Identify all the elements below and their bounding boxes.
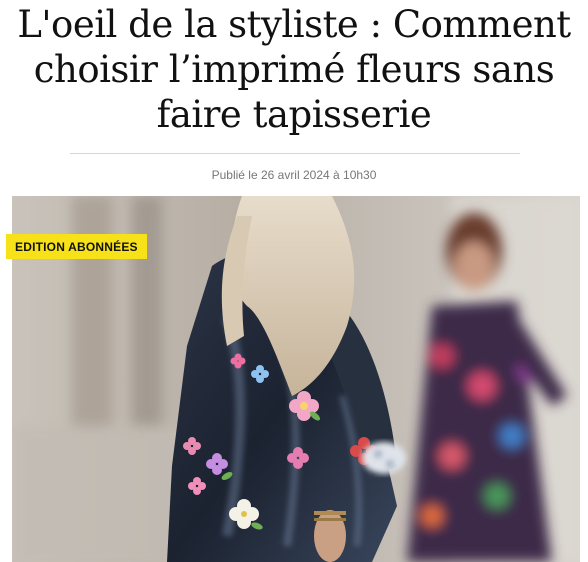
title-divider — [70, 153, 520, 154]
subscriber-edition-badge: Edition abonnées — [6, 234, 147, 259]
publication-date: Publié le 26 avril 2024 à 10h30 — [211, 168, 377, 182]
article-title: L'oeil de la styliste : Comment choisir … — [17, 3, 571, 136]
